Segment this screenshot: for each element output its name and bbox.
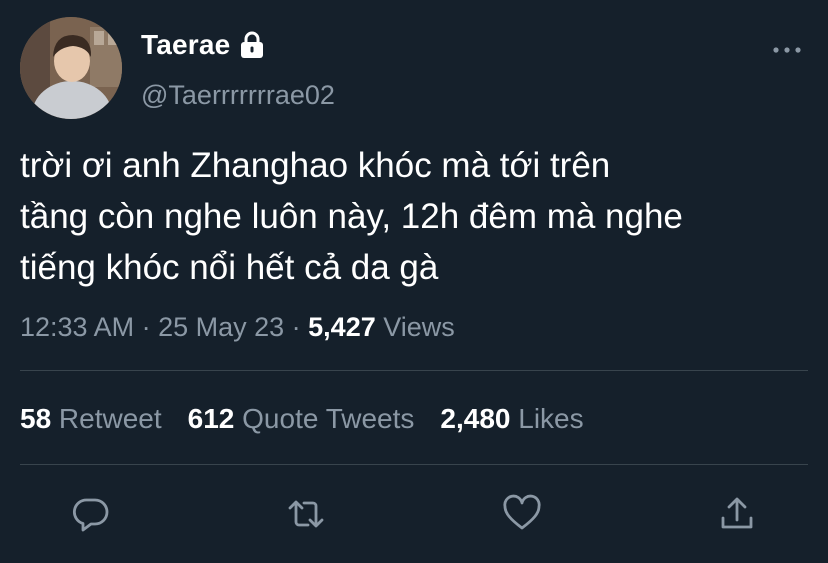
retweets-stat[interactable]: 58 Retweet [20, 403, 162, 435]
views-count: 5,427 [308, 312, 376, 342]
likes-label: Likes [510, 403, 584, 434]
heart-icon[interactable] [502, 494, 542, 534]
lock-icon [240, 31, 264, 59]
quotes-count: 612 [187, 403, 235, 434]
divider [20, 370, 808, 371]
share-icon[interactable] [717, 494, 757, 534]
tweet-meta: 12:33 AM · 25 May 23 · 5,427 Views [20, 312, 455, 343]
display-name[interactable]: Taerae [141, 29, 230, 61]
tweet-stats: 58 Retweet 612 Quote Tweets 2,480 Likes [20, 403, 584, 435]
retweet-icon[interactable] [286, 494, 326, 534]
user-handle[interactable]: @Taerrrrrrrae02 [141, 80, 335, 111]
tweet-card: Taerae @Taerrrrrrrae02 trời ơi anh Zhang… [0, 0, 828, 563]
name-row: Taerae [141, 28, 264, 62]
quote-tweets-stat[interactable]: 612 Quote Tweets [188, 403, 415, 435]
views-label: Views [375, 312, 455, 342]
quotes-label: Quote Tweets [234, 403, 415, 434]
retweets-label: Retweet [51, 403, 162, 434]
likes-count: 2,480 [440, 403, 511, 434]
likes-stat[interactable]: 2,480 Likes [440, 403, 583, 435]
tweet-time[interactable]: 12:33 AM [20, 312, 134, 342]
reply-icon[interactable] [71, 494, 111, 534]
divider [20, 464, 808, 465]
meta-separator: · [284, 312, 309, 342]
tweet-date[interactable]: 25 May 23 [158, 312, 284, 342]
tweet-text: trời ơi anh Zhanghao khóc mà tới trên tầ… [20, 146, 683, 287]
more-horizontal-icon[interactable] [770, 40, 804, 60]
avatar-image [20, 17, 122, 119]
avatar[interactable] [20, 17, 122, 119]
meta-separator: · [134, 312, 159, 342]
retweets-count: 58 [20, 403, 52, 434]
